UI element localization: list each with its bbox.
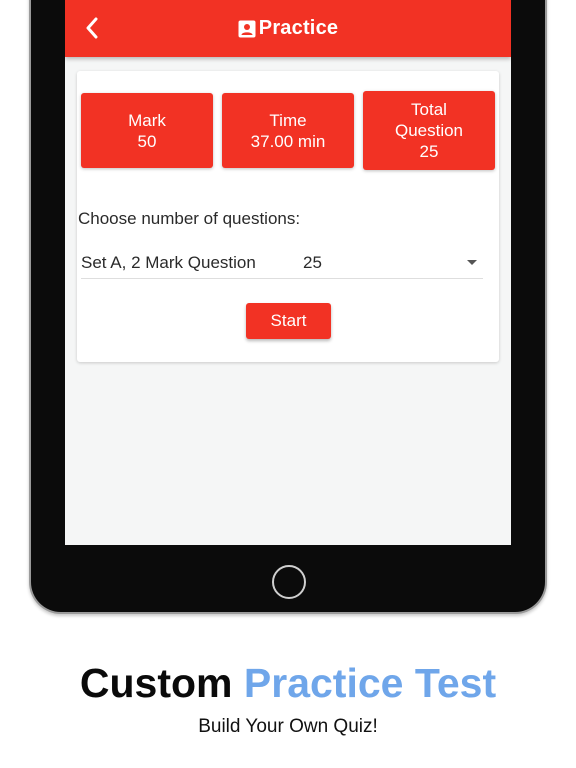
practice-settings-card: Mark 50 Time 37.00 min Total Question 25… <box>77 71 499 362</box>
time-value: 37.00 min <box>250 131 326 151</box>
total-label-line1: Total <box>411 100 447 119</box>
mark-stat-card: Mark 50 <box>81 93 213 168</box>
total-question-stat-card: Total Question 25 <box>363 91 495 170</box>
question-set-row: Set A, 2 Mark Question 25 <box>81 247 483 279</box>
question-count-dropdown[interactable]: 25 <box>303 247 483 278</box>
question-count-value: 25 <box>303 253 322 272</box>
headline-practice-test: Practice Test <box>243 660 497 706</box>
promo-headline: Custom Practice Test <box>0 657 576 709</box>
app-bar: Practice <box>65 0 511 57</box>
mark-label: Mark <box>128 110 166 130</box>
mark-value: 50 <box>137 131 157 151</box>
choose-questions-label: Choose number of questions: <box>78 209 301 228</box>
question-set-label: Set A, 2 Mark Question <box>81 253 256 272</box>
app-bar-title: Practice <box>65 0 511 57</box>
promo-subtitle: Build Your Own Quiz! <box>198 716 378 737</box>
total-value: 25 <box>419 142 439 161</box>
contact-card-icon <box>238 20 256 37</box>
page-title: Practice <box>258 17 339 39</box>
total-label-line2: Question <box>394 121 464 140</box>
time-label: Time <box>269 110 307 130</box>
app-screen: Practice Mark 50 Time 37.00 min Total Qu… <box>65 0 511 545</box>
headline-custom: Custom <box>79 660 233 706</box>
home-button[interactable] <box>272 565 306 599</box>
time-stat-card: Time 37.00 min <box>222 93 354 168</box>
start-button[interactable]: Start <box>246 303 331 339</box>
caret-down-icon <box>467 260 477 265</box>
